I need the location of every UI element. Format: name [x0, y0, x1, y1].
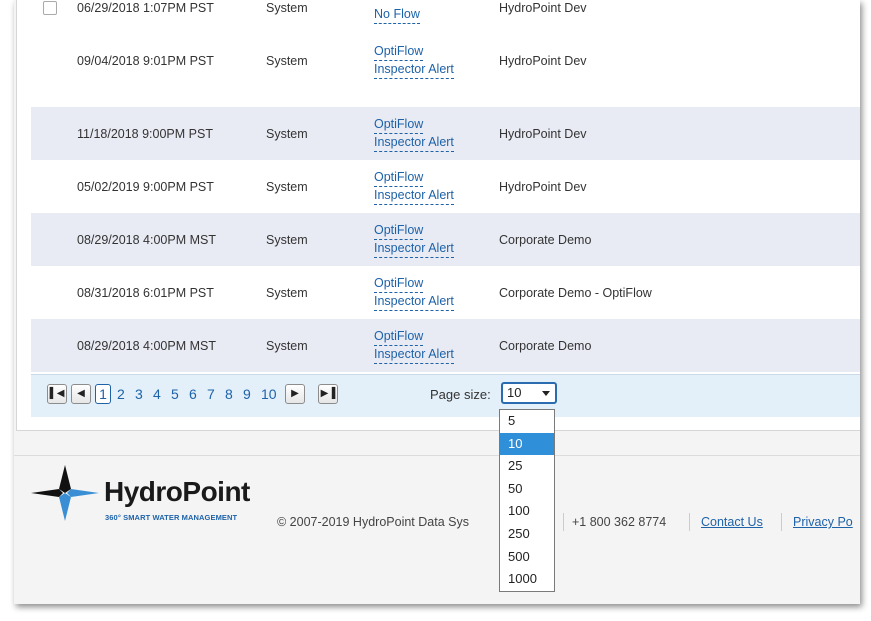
site-cell: HydroPoint Dev [499, 0, 587, 15]
hydropoint-logo[interactable]: HydroPoint 360° SMART WATER MANAGEMENT [29, 463, 269, 523]
date-cell: 08/29/2018 4:00PM MST [77, 338, 216, 353]
page-9[interactable]: 9 [243, 386, 251, 402]
table-row[interactable]: 09/04/2018 9:01PM PST System OptiFlow Ins… [31, 34, 860, 87]
page-10[interactable]: 10 [261, 386, 277, 402]
type-cell: System [266, 232, 308, 247]
site-cell: HydroPoint Dev [499, 126, 587, 141]
type-cell: System [266, 53, 308, 68]
contact-us-link[interactable]: Contact Us [701, 515, 763, 529]
page-6[interactable]: 6 [189, 386, 197, 402]
rule-link[interactable]: OptiFlow Inspector Alert [374, 116, 454, 152]
footer-divider [14, 455, 860, 456]
privacy-policy-link[interactable]: Privacy Po [793, 515, 853, 529]
date-cell: 11/18/2018 9:00PM PST [77, 126, 213, 141]
results-panel: 06/29/2018 1:07PM PST System No Flow Hyd… [16, 0, 860, 431]
page-size-option[interactable]: 500 [500, 546, 554, 569]
page-8[interactable]: 8 [225, 386, 233, 402]
app-window: 06/29/2018 1:07PM PST System No Flow Hyd… [14, 0, 860, 604]
rule-link[interactable]: OptiFlow Inspector Alert [374, 275, 454, 311]
last-page-button[interactable]: ▶▐ [318, 384, 338, 404]
rule-link[interactable]: OptiFlow Inspector Alert [374, 169, 454, 205]
rule-link[interactable]: No Flow [374, 6, 420, 24]
date-cell: 06/29/2018 1:07PM PST [77, 0, 214, 15]
type-cell: System [266, 285, 308, 300]
page-1[interactable]: 1 [95, 384, 111, 404]
logo-mark-icon [31, 465, 99, 521]
date-cell: 05/02/2019 9:00PM PST [77, 179, 214, 194]
pager: ▌◀ ◀ 1 2 3 4 5 6 7 8 9 10 ▶ ▶▐ Page size… [31, 374, 860, 417]
type-cell: System [266, 126, 308, 141]
page-4[interactable]: 4 [153, 386, 161, 402]
footer-separator [781, 513, 782, 531]
page-size-option[interactable]: 1000 [500, 568, 554, 591]
page-size-select[interactable]: 10 [501, 382, 557, 404]
table-row[interactable]: 08/29/2018 4:00PM MST System OptiFlow Ins… [31, 319, 860, 372]
table-row[interactable]: 06/29/2018 1:07PM PST System No Flow Hyd… [31, 0, 860, 34]
type-cell: System [266, 179, 308, 194]
chevron-down-icon [542, 391, 550, 396]
site-cell: Corporate Demo [499, 338, 592, 353]
date-cell: 08/31/2018 6:01PM PST [77, 285, 214, 300]
rule-link[interactable]: OptiFlow Inspector Alert [374, 222, 454, 258]
site-cell: HydroPoint Dev [499, 179, 587, 194]
page-size-option[interactable]: 25 [500, 455, 554, 478]
phone-number: +1 800 362 8774 [572, 515, 667, 529]
page-5[interactable]: 5 [171, 386, 179, 402]
copyright-text: © 2007-2019 HydroPoint Data Sys [277, 515, 469, 529]
table-row[interactable]: 11/18/2018 9:00PM PST System OptiFlow Ins… [31, 107, 860, 160]
page-size-option[interactable]: 5 [500, 410, 554, 433]
page-size-dropdown: 5 10 25 50 100 250 500 1000 [499, 409, 555, 592]
page-2[interactable]: 2 [117, 386, 125, 402]
table-row[interactable]: 08/29/2018 4:00PM MST System OptiFlow Ins… [31, 213, 860, 266]
alerts-grid: 06/29/2018 1:07PM PST System No Flow Hyd… [31, 0, 860, 374]
row-checkbox[interactable] [43, 0, 57, 15]
type-cell: System [266, 0, 308, 15]
site-cell: HydroPoint Dev [499, 53, 587, 68]
page-size-option-selected[interactable]: 10 [500, 432, 554, 456]
date-cell: 09/04/2018 9:01PM PST [77, 53, 214, 68]
type-cell: System [266, 338, 308, 353]
logo-wordmark: HydroPoint [104, 476, 250, 507]
page-3[interactable]: 3 [135, 386, 143, 402]
next-page-button[interactable]: ▶ [285, 384, 305, 404]
footer-separator [689, 513, 690, 531]
site-cell: Corporate Demo [499, 232, 592, 247]
page-size-option[interactable]: 100 [500, 500, 554, 523]
table-row[interactable]: 08/31/2018 6:01PM PST System OptiFlow Ins… [31, 266, 860, 319]
page-size-label: Page size: [430, 387, 491, 402]
rule-link[interactable]: OptiFlow Inspector Alert [374, 328, 454, 364]
page-7[interactable]: 7 [207, 386, 215, 402]
rule-link[interactable]: OptiFlow Inspector Alert [374, 43, 454, 79]
footer-separator [563, 513, 564, 531]
page-size-option[interactable]: 50 [500, 478, 554, 501]
logo-tagline: 360° SMART WATER MANAGEMENT [105, 513, 238, 522]
table-row[interactable]: 05/02/2019 9:00PM PST System OptiFlow Ins… [31, 160, 860, 213]
prev-page-button[interactable]: ◀ [71, 384, 91, 404]
page-size-option[interactable]: 250 [500, 523, 554, 546]
date-cell: 08/29/2018 4:00PM MST [77, 232, 216, 247]
site-cell: Corporate Demo - OptiFlow [499, 285, 652, 300]
page-size-value: 10 [507, 385, 522, 400]
first-page-button[interactable]: ▌◀ [47, 384, 67, 404]
